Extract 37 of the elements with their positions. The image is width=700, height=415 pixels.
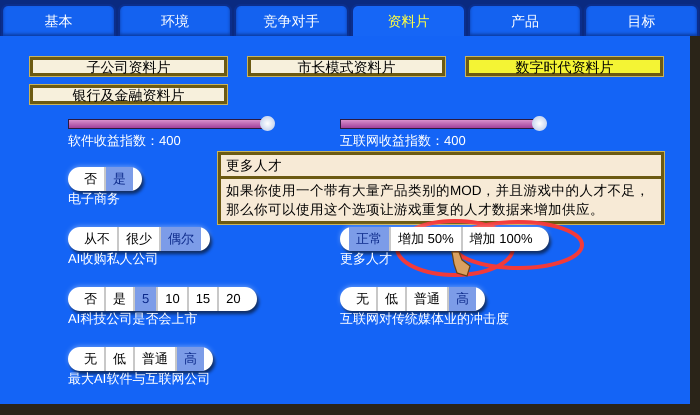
option-segment[interactable]: 15 <box>186 287 218 311</box>
expansion-button[interactable]: 银行及金融资料片 <box>30 85 227 104</box>
option-segment[interactable]: 低 <box>376 287 405 311</box>
expansion-button[interactable]: 数字时代资料片 <box>466 57 663 76</box>
expansion-button[interactable]: 子公司资料片 <box>30 57 227 76</box>
option-segment[interactable]: 低 <box>104 347 133 371</box>
option-label: AI收购私人公司 <box>68 251 158 267</box>
option-segment[interactable]: 10 <box>156 287 187 311</box>
expansion-button[interactable]: 市长模式资料片 <box>248 57 445 76</box>
tooltip-title: 更多人才 <box>221 155 661 179</box>
option-segment[interactable]: 高 <box>175 347 204 371</box>
tab[interactable]: 竞争对手 <box>234 4 350 36</box>
option-segment[interactable]: 5 <box>133 287 156 311</box>
option-label: AI科技公司是否会上市 <box>68 311 198 327</box>
option-segment[interactable]: 是 <box>104 167 133 191</box>
option-segment[interactable]: 否 <box>77 167 104 191</box>
option-segment[interactable]: 高 <box>447 287 476 311</box>
option-segment[interactable]: 增加 100% <box>460 227 540 251</box>
slider-label: 软件收益指数：400 <box>68 133 181 149</box>
option-segment[interactable]: 正常 <box>349 227 389 251</box>
tab[interactable]: 产品 <box>468 4 582 36</box>
option-label: 最大AI软件与互联网公司 <box>68 371 210 387</box>
tab[interactable]: 基本 <box>1 4 116 36</box>
option-segment[interactable]: 偶尔 <box>159 227 201 251</box>
option-segment[interactable]: 从不 <box>77 227 117 251</box>
option-segment[interactable]: 无 <box>349 287 376 311</box>
tab[interactable]: 环境 <box>118 4 232 36</box>
tab[interactable]: 目标 <box>584 4 700 36</box>
option-label: 互联网对传统媒体业的冲击度 <box>340 311 509 327</box>
tab[interactable]: 资料片 <box>351 4 466 36</box>
option-segment[interactable]: 无 <box>77 347 104 371</box>
option-segment[interactable]: 否 <box>77 287 104 311</box>
option-label: 电子商务 <box>68 191 120 207</box>
option-segment[interactable]: 20 <box>217 287 248 311</box>
slider-label: 互联网收益指数：400 <box>340 133 466 149</box>
option-label: 更多人才 <box>340 251 392 267</box>
tooltip-text: 如果你使用一个带有大量产品类别的MOD，并且游戏中的人才不足，那么你可以使用这个选项让游戏重复的人才数据来增加供应。 <box>225 182 650 219</box>
